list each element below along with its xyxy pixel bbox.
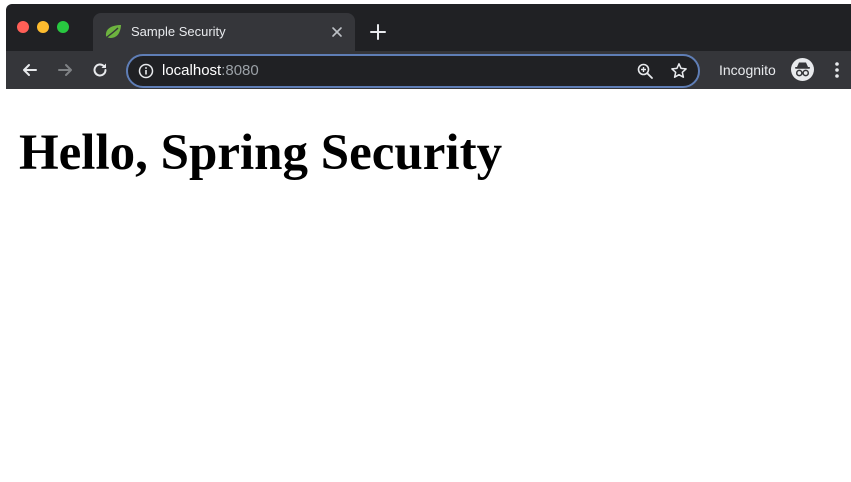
url-host: localhost bbox=[162, 62, 222, 79]
page-content: Hello, Spring Security bbox=[6, 89, 851, 482]
back-arrow-icon[interactable] bbox=[20, 60, 40, 80]
incognito-icon[interactable] bbox=[791, 58, 814, 81]
tab-close-icon[interactable] bbox=[329, 24, 345, 40]
window-zoom-button[interactable] bbox=[57, 21, 69, 33]
incognito-label[interactable]: Incognito bbox=[719, 62, 776, 78]
more-menu-icon[interactable] bbox=[831, 60, 843, 80]
forward-arrow-icon[interactable] bbox=[55, 60, 75, 80]
reload-icon[interactable] bbox=[90, 60, 110, 80]
info-icon[interactable] bbox=[138, 63, 154, 79]
url-port: :8080 bbox=[221, 62, 259, 79]
bookmark-star-icon[interactable] bbox=[670, 62, 688, 80]
new-tab-plus-icon[interactable] bbox=[368, 22, 388, 42]
window-close-button[interactable] bbox=[17, 21, 29, 33]
window-minimize-button[interactable] bbox=[37, 21, 49, 33]
address-bar[interactable]: localhost:8080 bbox=[126, 54, 700, 88]
url-text: localhost:8080 bbox=[162, 63, 259, 79]
page-heading: Hello, Spring Security bbox=[19, 125, 503, 181]
tab-active[interactable]: Sample Security bbox=[93, 13, 355, 51]
browser-toolbar: localhost:8080 Incognito bbox=[6, 51, 851, 89]
spring-leaf-icon bbox=[105, 25, 121, 38]
tab-strip: Sample Security bbox=[6, 4, 851, 51]
browser-window: Sample Security localhost:8080 Incognito… bbox=[6, 4, 851, 482]
tab-title: Sample Security bbox=[131, 24, 226, 39]
zoom-in-icon[interactable] bbox=[636, 62, 654, 80]
